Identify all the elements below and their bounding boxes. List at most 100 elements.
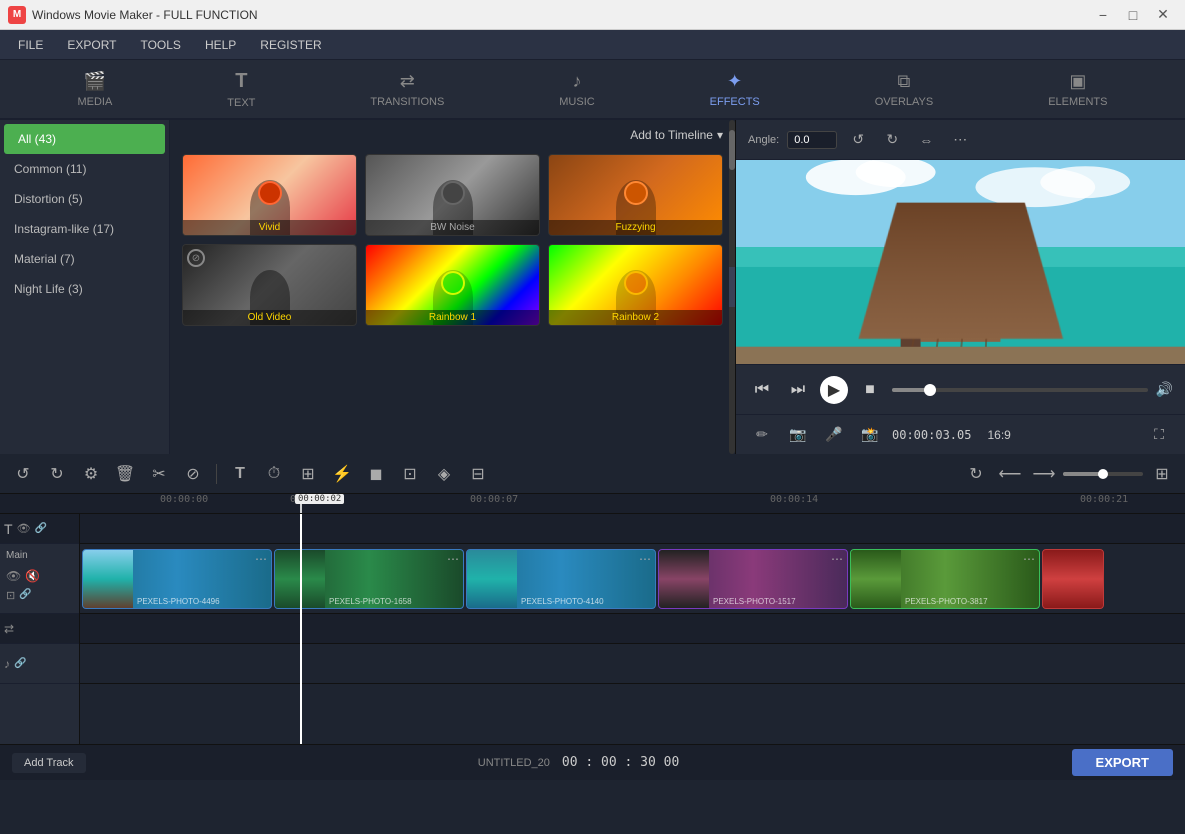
clip-more-icon[interactable]: ⋯ (1023, 552, 1035, 566)
angle-input[interactable] (787, 131, 837, 149)
progress-bar[interactable] (892, 388, 1148, 392)
clip-pexels-4496[interactable]: PEXELS-PHOTO-4496 ⋯ (82, 549, 272, 609)
filter-nightlife[interactable]: Night Life (3) (0, 274, 169, 304)
audio-track-link[interactable]: 🔗 (14, 658, 26, 669)
filter-instagram[interactable]: Instagram-like (17) (0, 214, 169, 244)
menu-export[interactable]: EXPORT (57, 34, 126, 56)
filter-all[interactable]: All (43) (4, 124, 165, 154)
skip-start-button[interactable]: ⏮ (748, 376, 776, 404)
delete-button[interactable]: 🗑 (110, 460, 140, 488)
tab-music-label: MUSIC (559, 96, 594, 108)
effect-rainbow1[interactable]: Rainbow 1 (365, 244, 540, 326)
main-track-eye[interactable]: 👁 (6, 569, 21, 583)
clip-partial[interactable] (1042, 549, 1104, 609)
effects-container: Add to Timeline ▾ Vivid (170, 120, 735, 454)
menu-file[interactable]: FILE (8, 34, 53, 56)
text-tool-button[interactable]: T (225, 460, 255, 488)
clip-more-icon[interactable]: ⋯ (831, 552, 843, 566)
effect-fuzzying[interactable]: Fuzzying (548, 154, 723, 236)
redo-button[interactable]: ↻ (42, 460, 72, 488)
timeline-area: T 👁 🔗 Main 👁 🔇 ⊡ 🔗 ⇄ (0, 514, 1185, 744)
clip-pexels-4140[interactable]: PEXELS-PHOTO-4140 ⋯ (466, 549, 656, 609)
zoom-in-button[interactable]: ⟶ (1029, 460, 1059, 488)
clip-pexels-1658[interactable]: PEXELS-PHOTO-1658 ⋯ (274, 549, 464, 609)
overlays-icon: ⧉ (898, 71, 911, 92)
effect-bwnoise[interactable]: BW Noise (365, 154, 540, 236)
export-button[interactable]: EXPORT (1072, 749, 1173, 776)
motion-button[interactable]: ⚡ (327, 460, 357, 488)
transform-button[interactable]: ⊟ (463, 460, 493, 488)
menu-help[interactable]: HELP (195, 34, 246, 56)
rotate-left-button[interactable]: ↺ (845, 127, 871, 153)
toolbar-separator (216, 464, 217, 484)
add-to-timeline-button[interactable]: Add to Timeline ▾ (630, 128, 723, 142)
maximize-button[interactable]: □ (1119, 5, 1147, 25)
menu-tools[interactable]: TOOLS (130, 34, 190, 56)
main-track-link[interactable]: 🔗 (19, 589, 31, 602)
split-button[interactable]: ✂ (144, 460, 174, 488)
main-track-crop[interactable]: ⊡ (6, 589, 15, 602)
main-track-mute[interactable]: 🔇 (25, 569, 40, 583)
audio-track-icon: ♪ (4, 657, 10, 671)
text-track-eye[interactable]: 👁 (17, 522, 31, 535)
play-button[interactable]: ▶ (820, 376, 848, 404)
duration-button[interactable]: ⏱ (259, 460, 289, 488)
clip-pexels-1517[interactable]: PEXELS-PHOTO-1517 ⋯ (658, 549, 848, 609)
filter-distortion[interactable]: Distortion (5) (0, 184, 169, 214)
fullscreen-button[interactable]: ⛶ (1145, 421, 1173, 449)
flip-button[interactable]: ⇔ (913, 127, 939, 153)
tab-overlays[interactable]: ⧉ OVERLAYS (859, 63, 950, 116)
zoom-out-button[interactable]: ⟵ (995, 460, 1025, 488)
rotate-right-button[interactable]: ↻ (879, 127, 905, 153)
more-options-button[interactable]: ⋯ (947, 127, 973, 153)
menu-register[interactable]: REGISTER (250, 34, 331, 56)
detach-button[interactable]: ⊘ (178, 460, 208, 488)
collapse-panel-button[interactable]: ‹ (729, 267, 735, 307)
effect-oldvideo[interactable]: ⊘ Old Video (182, 244, 357, 326)
tab-effects[interactable]: ✦ EFFECTS (694, 63, 776, 116)
clip-more-icon[interactable]: ⋯ (447, 552, 459, 566)
camera-button[interactable]: 📷 (784, 421, 812, 449)
pen-tool-button[interactable]: ✏ (748, 421, 776, 449)
crop-button[interactable]: ⊡ (395, 460, 425, 488)
scroll-thumb[interactable] (729, 130, 735, 170)
add-track-button[interactable]: Add Track (12, 753, 86, 773)
menu-bar: FILE EXPORT TOOLS HELP REGISTER (0, 30, 1185, 60)
window-controls[interactable]: − □ ✕ (1089, 5, 1177, 25)
text-track-link[interactable]: 🔗 (35, 523, 47, 534)
filter-list: All (43) Common (11) Distortion (5) Inst… (0, 120, 169, 454)
zoom-slider[interactable] (1063, 472, 1143, 476)
bottom-timecode: 00 : 00 : 30 00 (562, 755, 679, 770)
fit-button[interactable]: ⊞ (1147, 460, 1177, 488)
mic-button[interactable]: 🎤 (820, 421, 848, 449)
ruler-mark-3: 00:00:14 (770, 494, 818, 505)
tab-music[interactable]: ♪ MUSIC (543, 63, 610, 116)
color-button[interactable]: ◈ (429, 460, 459, 488)
screenshot-button[interactable]: 📸 (856, 421, 884, 449)
clip-more-icon[interactable]: ⋯ (255, 552, 267, 566)
clip-thumb (659, 550, 709, 608)
filter-material[interactable]: Material (7) (0, 244, 169, 274)
shape-button[interactable]: ◼ (361, 460, 391, 488)
settings-button[interactable]: ⚙ (76, 460, 106, 488)
tab-text[interactable]: T TEXT (211, 62, 271, 117)
filter-common[interactable]: Common (11) (0, 154, 169, 184)
step-back-button[interactable]: ⏭ (784, 376, 812, 404)
tab-media[interactable]: 🎬 MEDIA (61, 63, 128, 116)
close-button[interactable]: ✕ (1149, 5, 1177, 25)
pip-button[interactable]: ⊞ (293, 460, 323, 488)
effect-vivid[interactable]: Vivid (182, 154, 357, 236)
clip-name: PEXELS-PHOTO-1517 (713, 597, 796, 606)
minimize-button[interactable]: − (1089, 5, 1117, 25)
timeline-labels: T 👁 🔗 Main 👁 🔇 ⊡ 🔗 ⇄ (0, 514, 80, 744)
loop-button[interactable]: ↻ (961, 460, 991, 488)
elements-icon: ▣ (1069, 71, 1086, 92)
clip-pexels-3817[interactable]: PEXELS-PHOTO-3817 ⋯ (850, 549, 1040, 609)
stop-button[interactable]: ■ (856, 376, 884, 404)
undo-button[interactable]: ↺ (8, 460, 38, 488)
tab-transitions[interactable]: ⇄ TRANSITIONS (354, 63, 460, 116)
volume-button[interactable]: 🔊 (1156, 381, 1173, 398)
effect-rainbow2[interactable]: Rainbow 2 (548, 244, 723, 326)
clip-more-icon[interactable]: ⋯ (639, 552, 651, 566)
tab-elements[interactable]: ▣ ELEMENTS (1032, 63, 1123, 116)
